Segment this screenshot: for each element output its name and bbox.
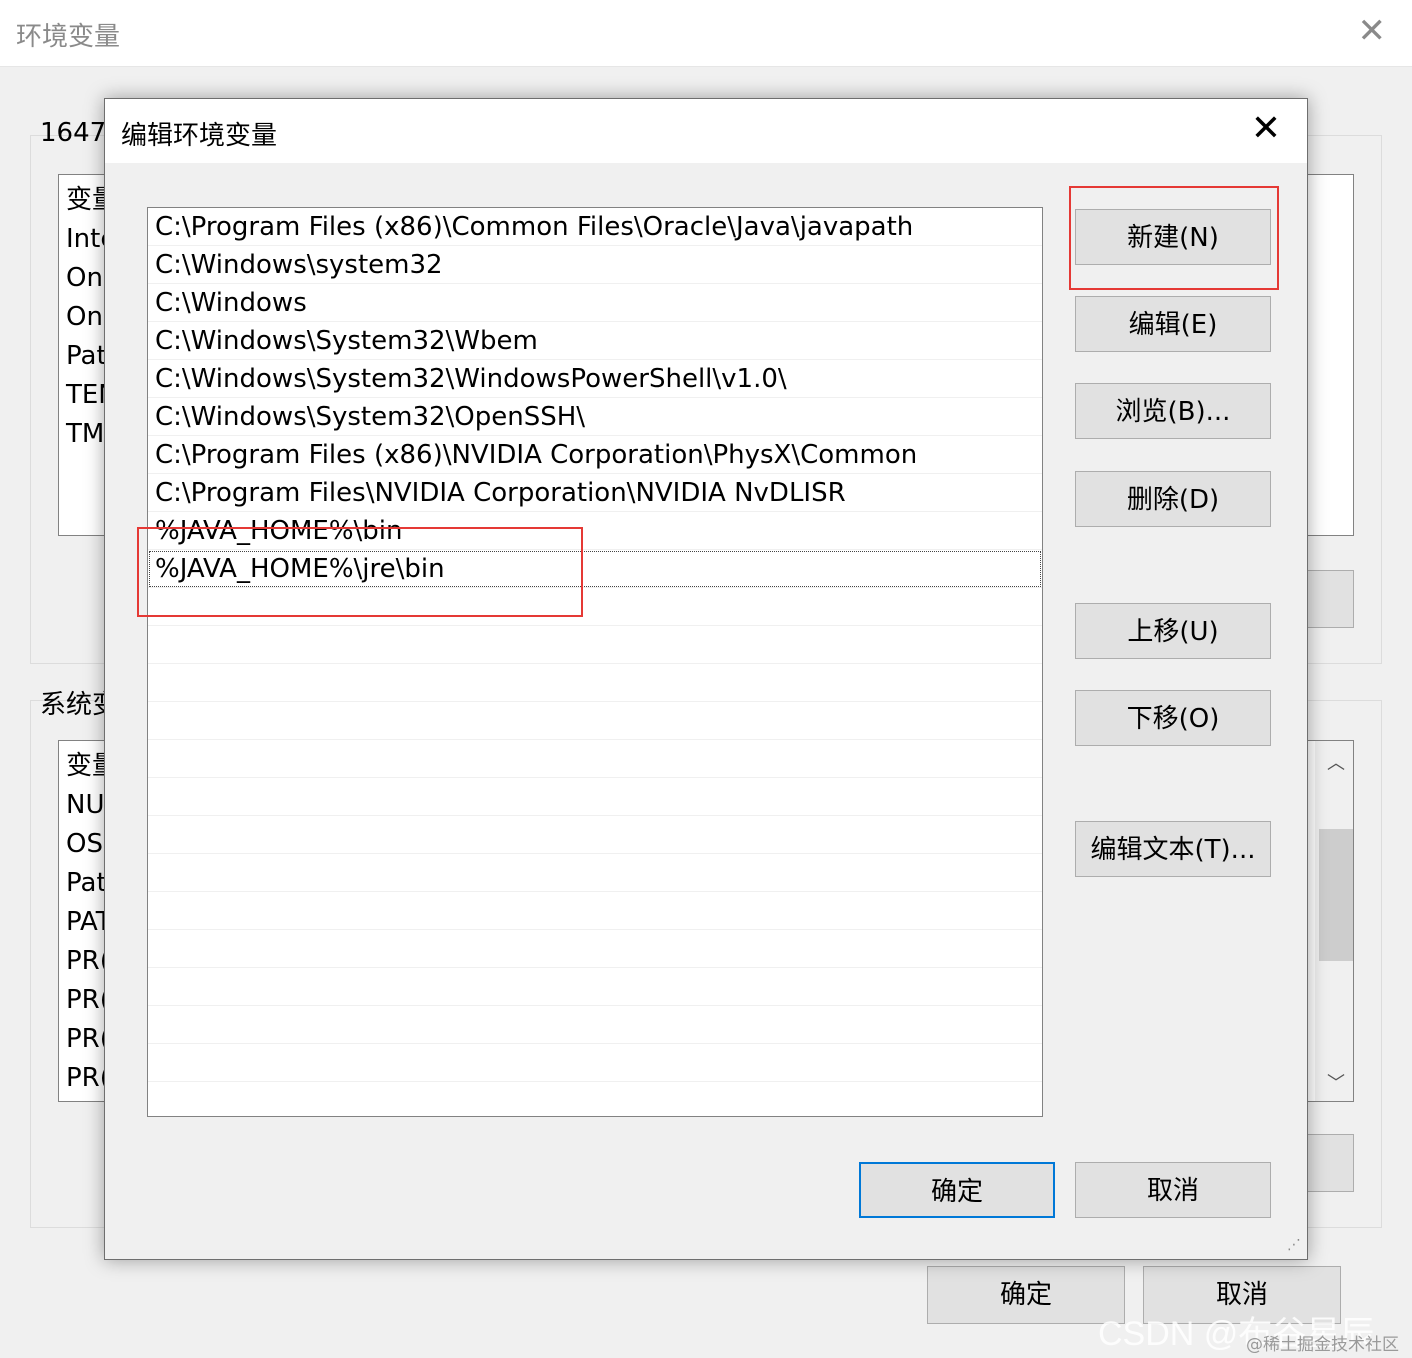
empty-row[interactable] bbox=[148, 664, 1042, 702]
scroll-down-icon[interactable]: ﹀ bbox=[1327, 1069, 1345, 1095]
empty-row[interactable] bbox=[148, 1006, 1042, 1044]
empty-row[interactable] bbox=[148, 816, 1042, 854]
empty-row[interactable] bbox=[148, 778, 1042, 816]
list-item[interactable]: C:\Windows\System32\OpenSSH\ bbox=[148, 398, 1042, 436]
resize-grip-icon[interactable]: ⋰ bbox=[1287, 1237, 1301, 1253]
edit-env-dialog: 编辑环境变量 ✕ C:\Program Files (x86)\Common F… bbox=[104, 98, 1308, 1260]
list-item[interactable]: C:\Program Files (x86)\Common Files\Orac… bbox=[148, 208, 1042, 246]
path-list[interactable]: C:\Program Files (x86)\Common Files\Orac… bbox=[147, 207, 1043, 1117]
scroll-thumb[interactable] bbox=[1319, 829, 1353, 961]
move-up-button[interactable]: 上移(U) bbox=[1075, 603, 1271, 659]
env-vars-titlebar: 环境变量 ✕ bbox=[0, 0, 1412, 67]
list-item[interactable]: C:\Windows\System32\WindowsPowerShell\v1… bbox=[148, 360, 1042, 398]
list-item[interactable]: C:\Program Files (x86)\NVIDIA Corporatio… bbox=[148, 436, 1042, 474]
new-button[interactable]: 新建(N) bbox=[1075, 209, 1271, 265]
watermark-sub: @稀土掘金技术社区 bbox=[1246, 1335, 1399, 1355]
empty-row[interactable] bbox=[148, 892, 1042, 930]
dialog-title: 编辑环境变量 bbox=[121, 121, 278, 151]
move-down-button[interactable]: 下移(O) bbox=[1075, 690, 1271, 746]
ok-button[interactable]: 确定 bbox=[859, 1162, 1055, 1218]
env-ok-button[interactable]: 确定 bbox=[927, 1266, 1125, 1324]
browse-button[interactable]: 浏览(B)... bbox=[1075, 383, 1271, 439]
empty-row[interactable] bbox=[148, 702, 1042, 740]
user-vars-label: 1647 bbox=[40, 118, 107, 148]
system-vars-scrollbar[interactable]: ︿ ﹀ bbox=[1315, 741, 1353, 1101]
list-item[interactable]: C:\Windows\System32\Wbem bbox=[148, 322, 1042, 360]
highlight-java-paths bbox=[137, 527, 583, 617]
empty-row[interactable] bbox=[148, 930, 1042, 968]
close-icon[interactable]: ✕ bbox=[1358, 14, 1387, 48]
env-vars-title: 环境变量 bbox=[16, 22, 121, 52]
empty-row[interactable] bbox=[148, 626, 1042, 664]
empty-row[interactable] bbox=[148, 854, 1042, 892]
list-item[interactable]: C:\Program Files\NVIDIA Corporation\NVID… bbox=[148, 474, 1042, 512]
empty-row[interactable] bbox=[148, 1044, 1042, 1082]
system-vars-hidden-button[interactable] bbox=[1306, 1134, 1354, 1192]
user-vars-hidden-button[interactable] bbox=[1306, 570, 1354, 628]
edit-text-button[interactable]: 编辑文本(T)... bbox=[1075, 821, 1271, 877]
delete-button[interactable]: 删除(D) bbox=[1075, 471, 1271, 527]
scroll-up-icon[interactable]: ︿ bbox=[1327, 749, 1345, 775]
list-item[interactable]: C:\Windows\system32 bbox=[148, 246, 1042, 284]
close-icon[interactable]: ✕ bbox=[1251, 109, 1281, 149]
dialog-titlebar: 编辑环境变量 ✕ bbox=[105, 99, 1307, 163]
list-item[interactable]: C:\Windows bbox=[148, 284, 1042, 322]
cancel-button[interactable]: 取消 bbox=[1075, 1162, 1271, 1218]
empty-row[interactable] bbox=[148, 1082, 1042, 1116]
empty-row[interactable] bbox=[148, 968, 1042, 1006]
empty-row[interactable] bbox=[148, 740, 1042, 778]
edit-button[interactable]: 编辑(E) bbox=[1075, 296, 1271, 352]
